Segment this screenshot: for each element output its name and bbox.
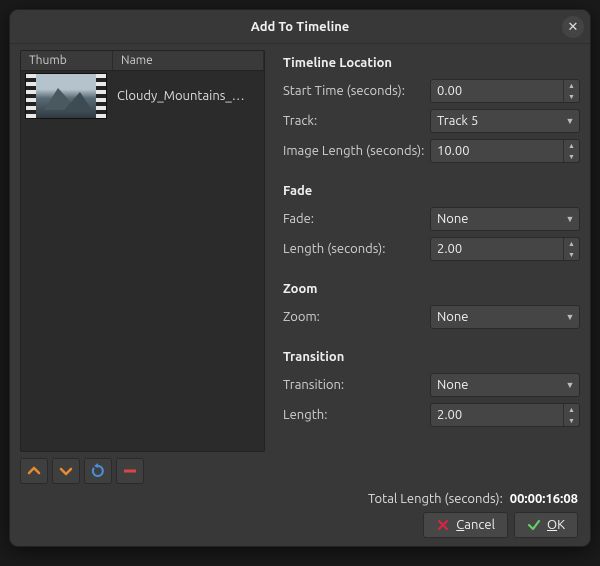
- row-fade: Fade: None ▼: [275, 204, 580, 234]
- image-length-label: Image Length (seconds):: [283, 144, 430, 158]
- column-header-name[interactable]: Name: [113, 51, 264, 70]
- start-time-label: Start Time (seconds):: [283, 84, 430, 98]
- start-time-input[interactable]: 0.00 ▲▼: [430, 79, 580, 103]
- fade-length-value: 2.00: [431, 242, 563, 256]
- minus-icon: [122, 463, 138, 479]
- transition-label: Transition:: [283, 378, 430, 392]
- row-fade-length: Length (seconds): 2.00 ▲▼: [275, 234, 580, 264]
- column-header-thumb[interactable]: Thumb: [21, 51, 113, 70]
- dialog-title: Add To Timeline: [251, 20, 350, 34]
- spin-down-icon[interactable]: ▼: [564, 151, 579, 162]
- spin-down-icon[interactable]: ▼: [564, 91, 579, 102]
- ok-button[interactable]: OK: [514, 512, 578, 538]
- main-row: Thumb Name Cloudy_Mountains_…: [20, 50, 580, 486]
- zoom-select[interactable]: None ▼: [430, 305, 580, 329]
- cancel-button[interactable]: Cancel: [423, 512, 508, 538]
- ok-label-rest: K: [557, 518, 565, 532]
- track-value: Track 5: [431, 114, 561, 128]
- cancel-label-rest: ancel: [464, 518, 495, 532]
- track-label: Track:: [283, 114, 430, 128]
- ok-icon: [527, 518, 541, 532]
- section-zoom: Zoom: [275, 278, 580, 302]
- row-start-time: Start Time (seconds): 0.00 ▲▼: [275, 76, 580, 106]
- spin-up-icon[interactable]: ▲: [564, 80, 579, 91]
- track-select[interactable]: Track 5 ▼: [430, 109, 580, 133]
- chevron-down-icon: [58, 463, 74, 479]
- list-item[interactable]: Cloudy_Mountains_…: [21, 71, 264, 121]
- dialog-window: Add To Timeline ✕ Thumb Name Cloudy_Mo: [10, 10, 590, 546]
- ok-label-first: O: [547, 518, 557, 532]
- total-length-label: Total Length (seconds):: [368, 492, 503, 506]
- remove-button[interactable]: [116, 458, 144, 484]
- transition-select[interactable]: None ▼: [430, 373, 580, 397]
- section-transition: Transition: [275, 346, 580, 370]
- fade-length-input[interactable]: 2.00 ▲▼: [430, 237, 580, 261]
- titlebar: Add To Timeline ✕: [10, 10, 590, 44]
- left-panel: Thumb Name Cloudy_Mountains_…: [20, 50, 265, 486]
- spin-up-icon[interactable]: ▲: [564, 238, 579, 249]
- close-icon: ✕: [568, 20, 579, 35]
- refresh-icon: [90, 463, 106, 479]
- fade-select[interactable]: None ▼: [430, 207, 580, 231]
- image-length-input[interactable]: 10.00 ▲▼: [430, 139, 580, 163]
- row-transition: Transition: None ▼: [275, 370, 580, 400]
- cancel-icon: [436, 518, 450, 532]
- list-header: Thumb Name: [21, 51, 264, 71]
- zoom-label: Zoom:: [283, 310, 430, 324]
- row-track: Track: Track 5 ▼: [275, 106, 580, 136]
- spin-down-icon[interactable]: ▼: [564, 415, 579, 426]
- chevron-up-icon: [26, 463, 42, 479]
- dropdown-icon: ▼: [561, 116, 579, 126]
- spin-up-icon[interactable]: ▲: [564, 404, 579, 415]
- dropdown-icon: ▼: [561, 214, 579, 224]
- spin-down-icon[interactable]: ▼: [564, 249, 579, 260]
- move-up-button[interactable]: [20, 458, 48, 484]
- transition-value: None: [431, 378, 561, 392]
- total-length-value: 00:00:16:08: [510, 492, 578, 506]
- fade-length-label: Length (seconds):: [283, 242, 430, 256]
- list-toolbar: [20, 452, 265, 486]
- start-time-value: 0.00: [431, 84, 563, 98]
- row-image-length: Image Length (seconds): 10.00 ▲▼: [275, 136, 580, 166]
- zoom-value: None: [431, 310, 561, 324]
- right-panel: Timeline Location Start Time (seconds): …: [275, 50, 580, 486]
- dropdown-icon: ▼: [561, 380, 579, 390]
- transition-length-input[interactable]: 2.00 ▲▼: [430, 403, 580, 427]
- section-fade: Fade: [275, 180, 580, 204]
- move-down-button[interactable]: [52, 458, 80, 484]
- spin-up-icon[interactable]: ▲: [564, 140, 579, 151]
- image-length-value: 10.00: [431, 144, 563, 158]
- section-timeline-location: Timeline Location: [275, 52, 580, 76]
- footer: Total Length (seconds): 00:00:16:08 Canc…: [20, 486, 580, 538]
- row-zoom: Zoom: None ▼: [275, 302, 580, 332]
- dialog-body: Thumb Name Cloudy_Mountains_…: [10, 44, 590, 546]
- clip-name: Cloudy_Mountains_…: [111, 89, 264, 103]
- total-length-row: Total Length (seconds): 00:00:16:08: [368, 492, 578, 506]
- fade-label: Fade:: [283, 212, 430, 226]
- clip-thumbnail: [25, 73, 107, 119]
- fade-value: None: [431, 212, 561, 226]
- close-button[interactable]: ✕: [562, 16, 584, 38]
- transition-length-value: 2.00: [431, 408, 563, 422]
- clip-list[interactable]: Thumb Name Cloudy_Mountains_…: [20, 50, 265, 452]
- dropdown-icon: ▼: [561, 312, 579, 322]
- row-transition-length: Length: 2.00 ▲▼: [275, 400, 580, 430]
- shuffle-button[interactable]: [84, 458, 112, 484]
- button-row: Cancel OK: [423, 512, 578, 538]
- transition-length-label: Length:: [283, 408, 430, 422]
